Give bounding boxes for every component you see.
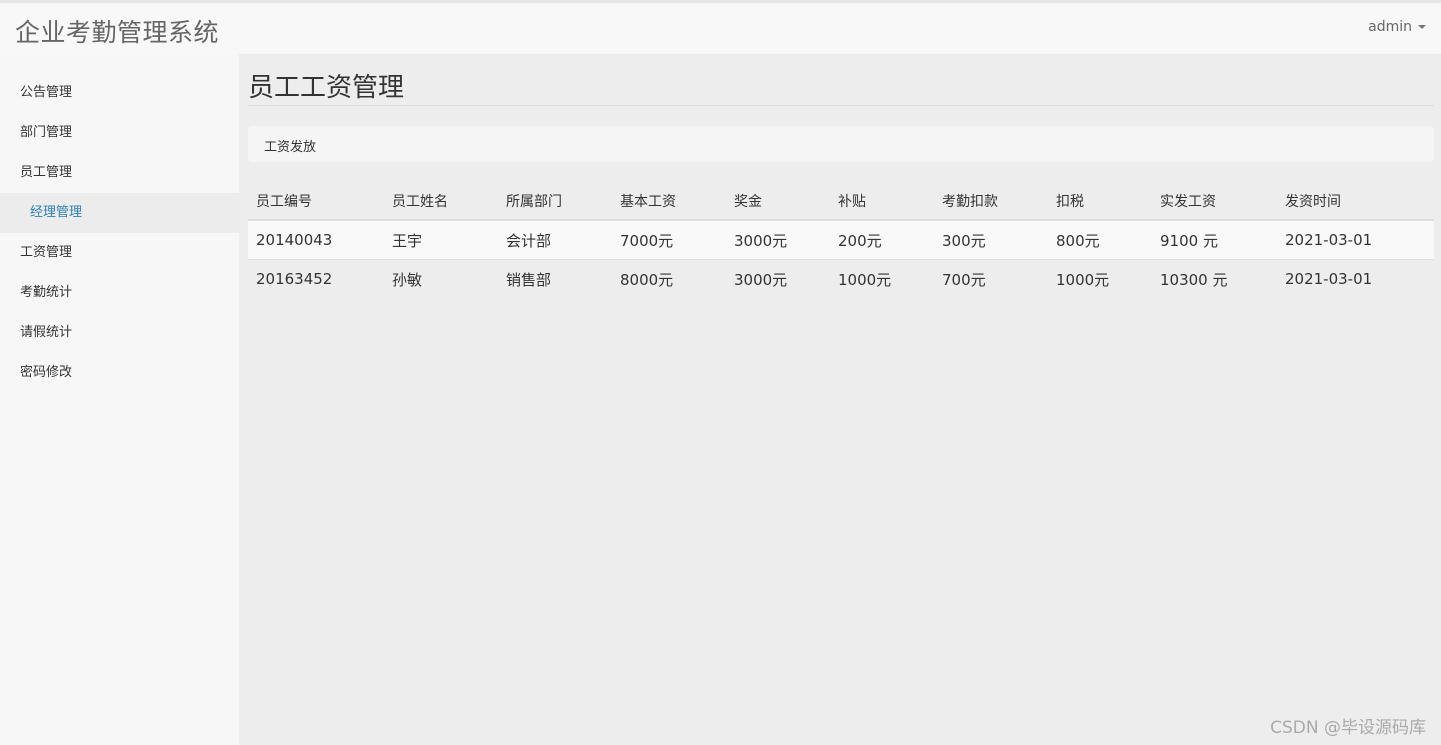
cell-tax: 1000元 — [1048, 259, 1152, 298]
sidebar-item-salary[interactable]: 工资管理 — [0, 233, 239, 273]
col-employee-id: 员工编号 — [248, 182, 384, 221]
col-tax: 扣税 — [1048, 182, 1152, 221]
cell-tax: 800元 — [1048, 219, 1152, 260]
sidebar: 公告管理 部门管理 员工管理 经理管理 工资管理 考勤统计 请假统计 密码修改 — [0, 54, 239, 745]
cell-bonus: 3000元 — [726, 259, 830, 298]
col-department: 所属部门 — [498, 182, 612, 221]
cell-allowance: 200元 — [830, 219, 934, 260]
cell-pay-date: 2021-03-01 — [1277, 259, 1434, 298]
table-row: 20163452 孙敏 销售部 8000元 3000元 1000元 700元 1… — [248, 259, 1434, 298]
sidebar-item-notice[interactable]: 公告管理 — [0, 73, 239, 113]
sidebar-item-label: 考勤统计 — [20, 285, 73, 300]
cell-net-salary: 9100 元 — [1152, 219, 1277, 260]
sidebar-item-password[interactable]: 密码修改 — [0, 353, 239, 393]
col-employee-name: 员工姓名 — [384, 182, 498, 221]
sidebar-item-label: 密码修改 — [20, 365, 73, 380]
col-pay-date: 发资时间 — [1277, 182, 1434, 221]
cell-employee-id: 20140043 — [248, 219, 384, 260]
user-name: admin — [1368, 19, 1412, 35]
table-header-row: 员工编号 员工姓名 所属部门 基本工资 奖金 补贴 考勤扣款 扣税 实发工资 发… — [248, 182, 1434, 221]
sidebar-item-label: 公告管理 — [20, 85, 73, 100]
app-brand[interactable]: 企业考勤管理系统 — [15, 13, 219, 49]
col-allowance: 补贴 — [830, 182, 934, 221]
breadcrumb-label: 工资发放 — [264, 140, 317, 155]
cell-employee-name: 王宇 — [384, 219, 498, 260]
cell-bonus: 3000元 — [726, 219, 830, 260]
cell-base-salary: 8000元 — [612, 259, 726, 298]
cell-pay-date: 2021-03-01 — [1277, 219, 1434, 260]
watermark: CSDN @毕设源码库 — [1270, 718, 1426, 738]
col-bonus: 奖金 — [726, 182, 830, 221]
sidebar-item-label: 员工管理 — [20, 165, 73, 180]
breadcrumb: 工资发放 — [248, 126, 1434, 162]
cell-net-salary: 10300 元 — [1152, 259, 1277, 298]
cell-department: 会计部 — [498, 219, 612, 260]
sidebar-item-manager[interactable]: 经理管理 — [0, 193, 239, 233]
col-attendance-deduction: 考勤扣款 — [934, 182, 1048, 221]
salary-table: 员工编号 员工姓名 所属部门 基本工资 奖金 补贴 考勤扣款 扣税 实发工资 发… — [248, 182, 1434, 298]
sidebar-item-employee[interactable]: 员工管理 — [0, 153, 239, 193]
caret-down-icon — [1418, 25, 1426, 29]
sidebar-item-label: 经理管理 — [30, 205, 83, 220]
cell-attendance-deduction: 300元 — [934, 219, 1048, 260]
cell-base-salary: 7000元 — [612, 219, 726, 260]
col-base-salary: 基本工资 — [612, 182, 726, 221]
page-title: 员工工资管理 — [248, 73, 405, 103]
user-menu[interactable]: admin — [1368, 19, 1426, 35]
table-row: 20140043 王宇 会计部 7000元 3000元 200元 300元 80… — [248, 219, 1434, 260]
sidebar-item-label: 工资管理 — [20, 245, 73, 260]
title-divider — [248, 105, 1434, 106]
cell-attendance-deduction: 700元 — [934, 259, 1048, 298]
cell-employee-name: 孙敏 — [384, 259, 498, 298]
cell-allowance: 1000元 — [830, 259, 934, 298]
sidebar-item-label: 部门管理 — [20, 125, 73, 140]
sidebar-item-label: 请假统计 — [20, 325, 73, 340]
cell-department: 销售部 — [498, 259, 612, 298]
sidebar-item-leave[interactable]: 请假统计 — [0, 313, 239, 353]
top-navbar: 企业考勤管理系统 admin — [0, 3, 1441, 54]
sidebar-item-attendance[interactable]: 考勤统计 — [0, 273, 239, 313]
sidebar-item-department[interactable]: 部门管理 — [0, 113, 239, 153]
cell-employee-id: 20163452 — [248, 259, 384, 298]
col-net-salary: 实发工资 — [1152, 182, 1277, 221]
